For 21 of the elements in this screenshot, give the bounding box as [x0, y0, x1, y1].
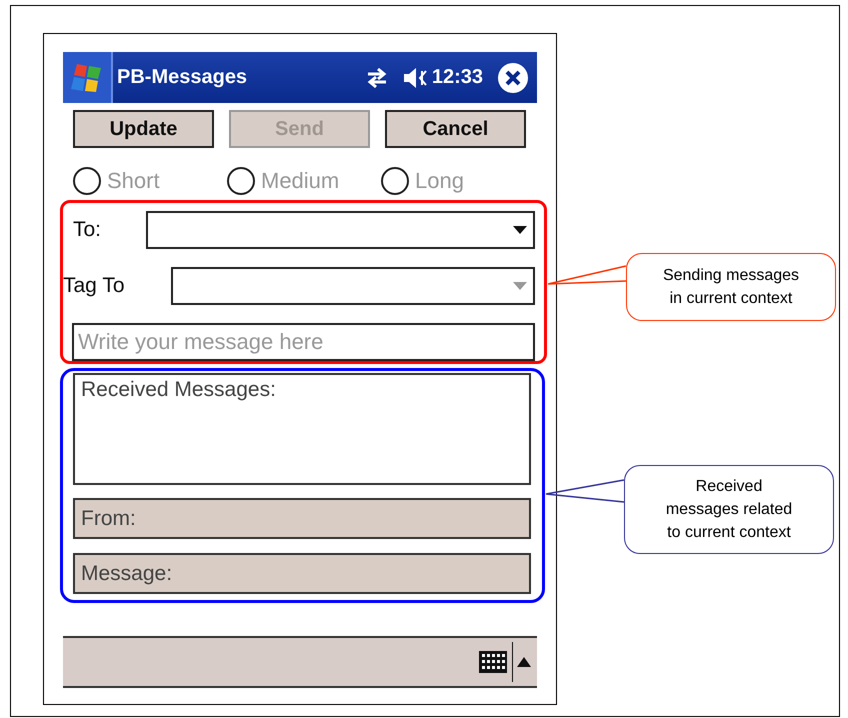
radio-label: Medium	[261, 168, 340, 194]
received-messages-box[interactable]: Received Messages:	[73, 373, 531, 485]
radio-label: Short	[107, 168, 160, 194]
keyboard-icon[interactable]	[478, 650, 508, 674]
tag-to-label: Tag To	[63, 274, 126, 298]
to-dropdown[interactable]	[146, 211, 535, 249]
dropdown-arrow-icon	[513, 282, 527, 290]
from-field[interactable]: From:	[73, 498, 531, 539]
up-arrow-icon[interactable]	[517, 657, 531, 667]
to-label: To:	[73, 218, 102, 242]
action-button[interactable]: Update	[73, 110, 214, 148]
dropdown-arrow-icon	[513, 226, 527, 234]
window-title: PB-Messages	[117, 66, 248, 89]
clock-time[interactable]: 12:33	[432, 66, 483, 89]
callout-note: Received messages related to current context	[624, 465, 834, 554]
action-button[interactable]: Cancel	[385, 110, 526, 148]
close-icon[interactable]	[497, 62, 529, 94]
message-field[interactable]: Message:	[73, 553, 531, 594]
radio-label: Long	[415, 168, 464, 194]
message-input[interactable]: Write your message here	[72, 323, 535, 361]
callout-note: Sending messages in current context	[626, 253, 836, 321]
